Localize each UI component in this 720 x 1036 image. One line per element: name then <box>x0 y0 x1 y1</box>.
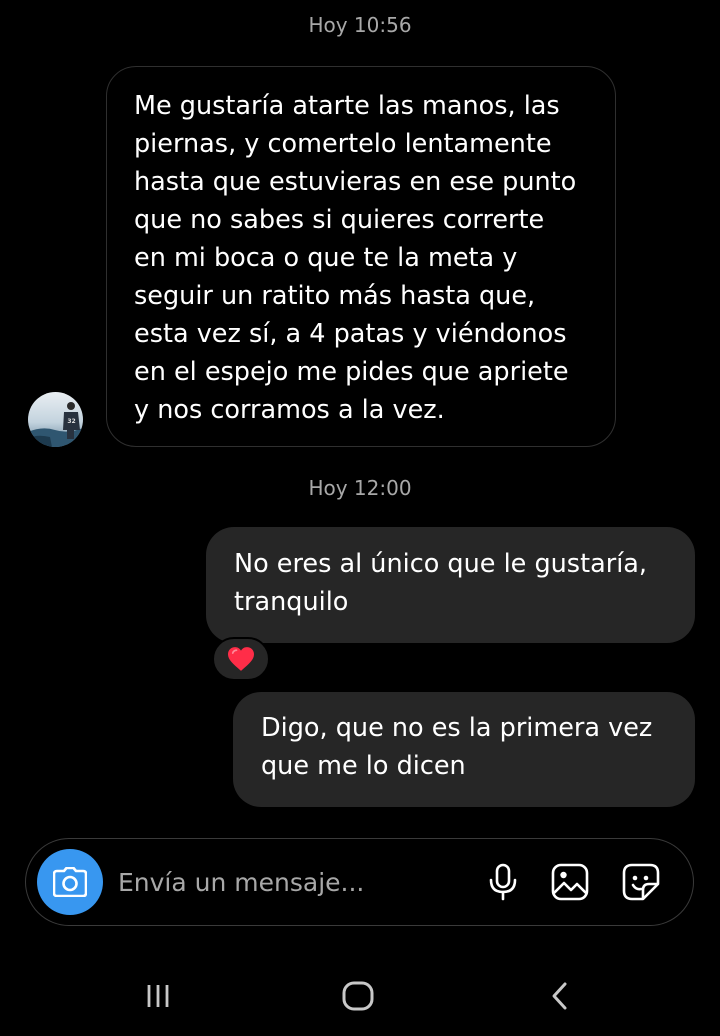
message-line: que me lo dicen <box>261 751 466 781</box>
message-line: tranquilo <box>234 587 349 617</box>
message-line: que no sabes si quieres correrte <box>134 205 545 235</box>
message-line: seguir un ratito más hasta que, <box>134 281 536 311</box>
sender-avatar[interactable]: 32 <box>28 392 83 447</box>
sticker-icon <box>622 863 660 901</box>
avatar-jersey-number: 32 <box>67 418 75 425</box>
message-line: en mi boca o que te la meta y <box>134 243 518 273</box>
home-button[interactable] <box>336 975 380 1017</box>
gallery-icon <box>551 863 589 901</box>
message-composer <box>25 838 694 926</box>
microphone-icon <box>489 863 517 901</box>
incoming-message-bubble[interactable]: Me gustaría atarte las manos, las pierna… <box>106 66 616 447</box>
home-icon <box>342 981 374 1011</box>
message-line: Me gustaría atarte las manos, las <box>134 91 560 121</box>
message-line: hasta que estuvieras en ese punto <box>134 167 577 197</box>
outgoing-message-bubble[interactable]: Digo, que no es la primera vez que me lo… <box>233 692 695 807</box>
back-button[interactable] <box>538 975 582 1017</box>
message-line: esta vez sí, a 4 patas y viéndonos <box>134 319 567 349</box>
recents-button[interactable] <box>136 975 180 1017</box>
message-line: piernas, y comertelo lentamente <box>134 129 552 159</box>
message-line: No eres al único que le gustaría, <box>234 549 648 579</box>
back-chevron-icon <box>552 982 567 1010</box>
timestamp: Hoy 12:00 <box>308 476 412 500</box>
outgoing-message-bubble[interactable]: No eres al único que le gustaría, tranqu… <box>206 527 695 643</box>
gallery-button[interactable] <box>550 862 590 902</box>
timestamp: Hoy 10:56 <box>308 13 412 37</box>
microphone-button[interactable] <box>483 862 523 902</box>
heart-reaction[interactable] <box>212 637 270 681</box>
camera-icon <box>53 867 87 897</box>
camera-button[interactable] <box>37 849 103 915</box>
sticker-button[interactable] <box>621 862 661 902</box>
message-line: en el espejo me pides que apriete <box>134 357 569 387</box>
message-input[interactable] <box>118 861 458 903</box>
recents-icon <box>147 985 169 1007</box>
avatar-photo: 32 <box>28 392 83 447</box>
heart-icon <box>228 647 254 671</box>
message-line: y nos corramos a la vez. <box>134 395 445 425</box>
message-line: Digo, que no es la primera vez <box>261 713 653 743</box>
